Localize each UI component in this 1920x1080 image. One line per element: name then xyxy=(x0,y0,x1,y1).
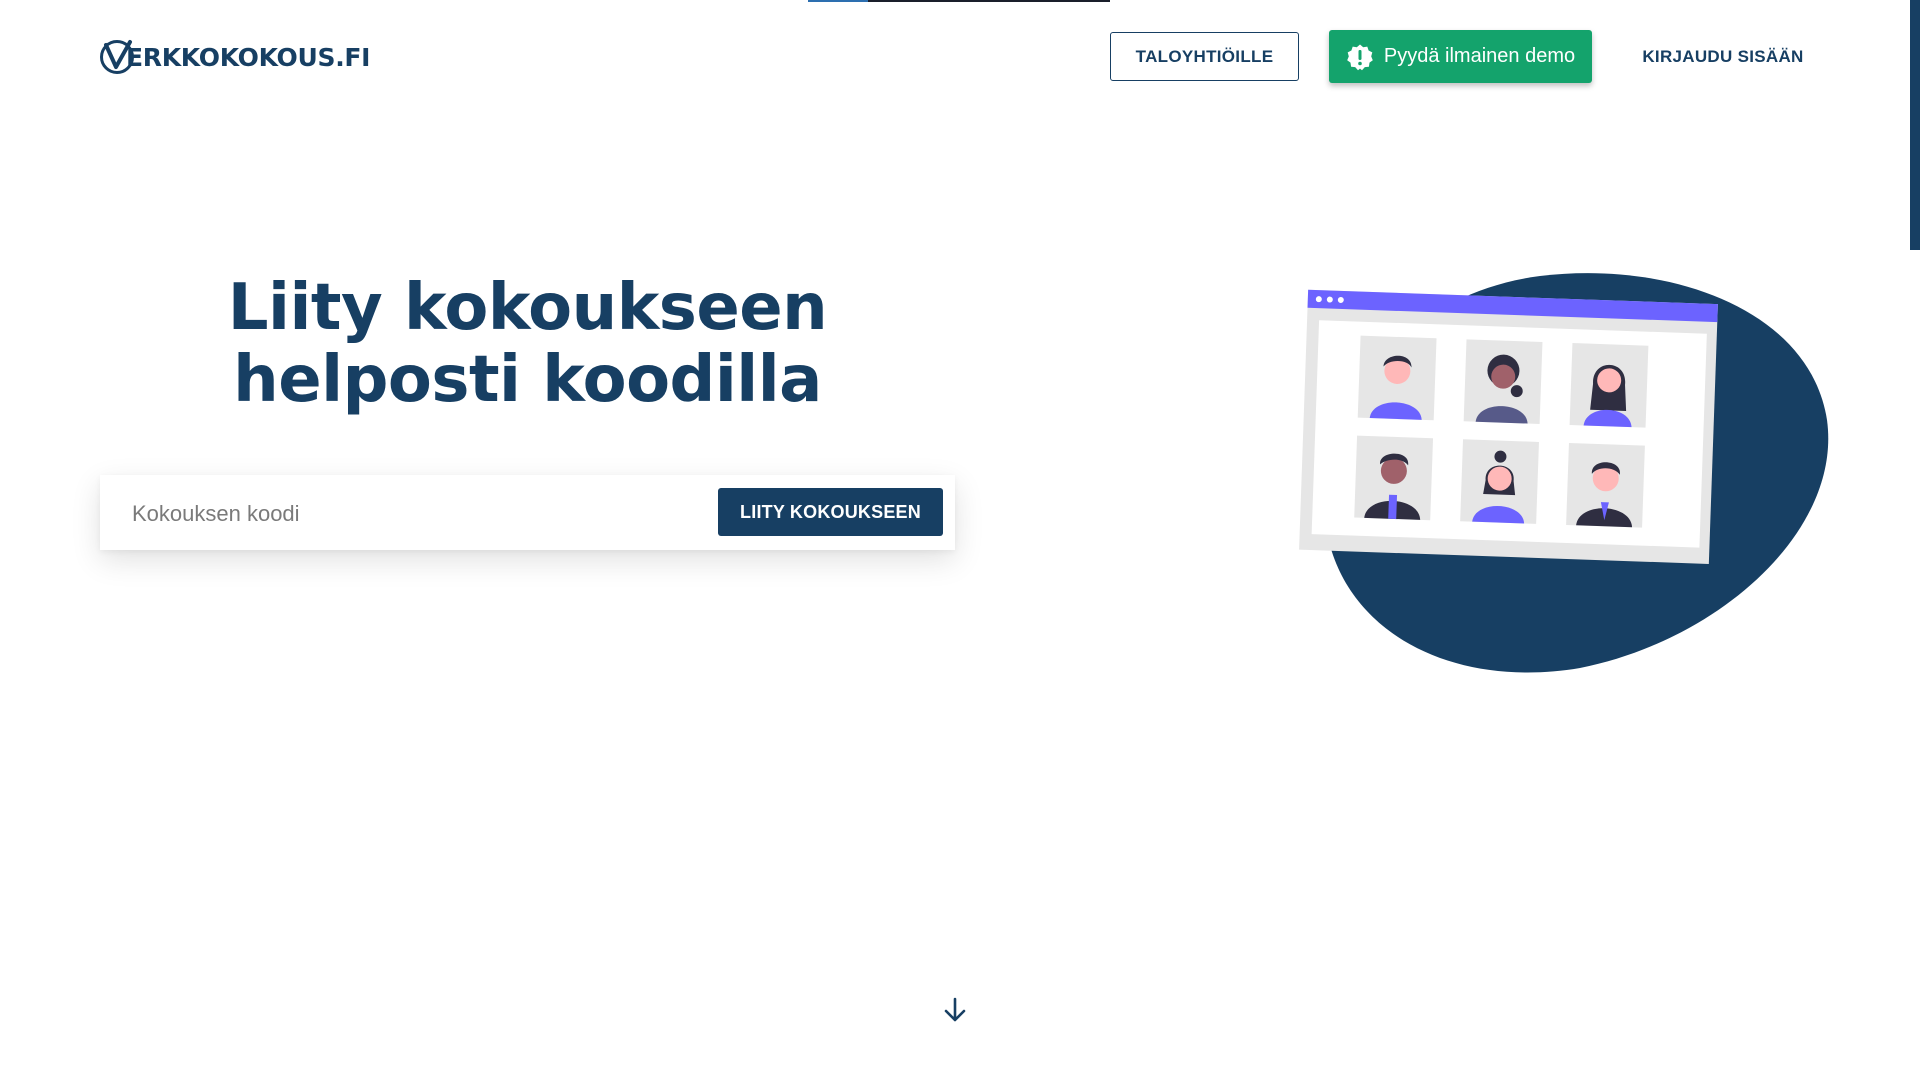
alert-badge-icon xyxy=(1347,44,1373,70)
page-progress-bar xyxy=(808,0,1110,2)
participant-tile xyxy=(1460,439,1539,524)
scrollbar[interactable] xyxy=(1910,0,1920,1080)
logo-text: ERKKOKOKOUS.FI xyxy=(126,42,371,72)
participant-tile xyxy=(1357,335,1437,421)
meeting-code-input[interactable] xyxy=(130,493,694,535)
hero-title: Liity kokoukseen helposti koodilla xyxy=(227,271,828,417)
login-link[interactable]: KIRJAUDU SISÄÄN xyxy=(1626,32,1820,81)
participant-tile xyxy=(1463,339,1543,424)
site-logo[interactable]: ERKKOKOKOUS.FI xyxy=(99,37,371,75)
participant-tile xyxy=(1569,343,1649,428)
request-demo-button[interactable]: Pyydä ilmainen demo xyxy=(1329,30,1592,83)
housing-companies-button[interactable]: TALOYHTIÖILLE xyxy=(1110,32,1299,81)
scroll-down-arrow-icon[interactable] xyxy=(941,996,969,1024)
request-demo-label: Pyydä ilmainen demo xyxy=(1383,45,1576,67)
video-meeting-illustration xyxy=(1299,273,1829,673)
participant-tile xyxy=(1566,442,1645,528)
join-meeting-button[interactable]: LIITY KOKOUKSEEN xyxy=(718,488,943,536)
scrollbar-thumb[interactable] xyxy=(1910,0,1920,250)
join-meeting-form: LIITY KOKOUKSEEN xyxy=(100,475,955,550)
page-progress-fill xyxy=(808,0,869,2)
participant-tile xyxy=(1354,435,1434,521)
